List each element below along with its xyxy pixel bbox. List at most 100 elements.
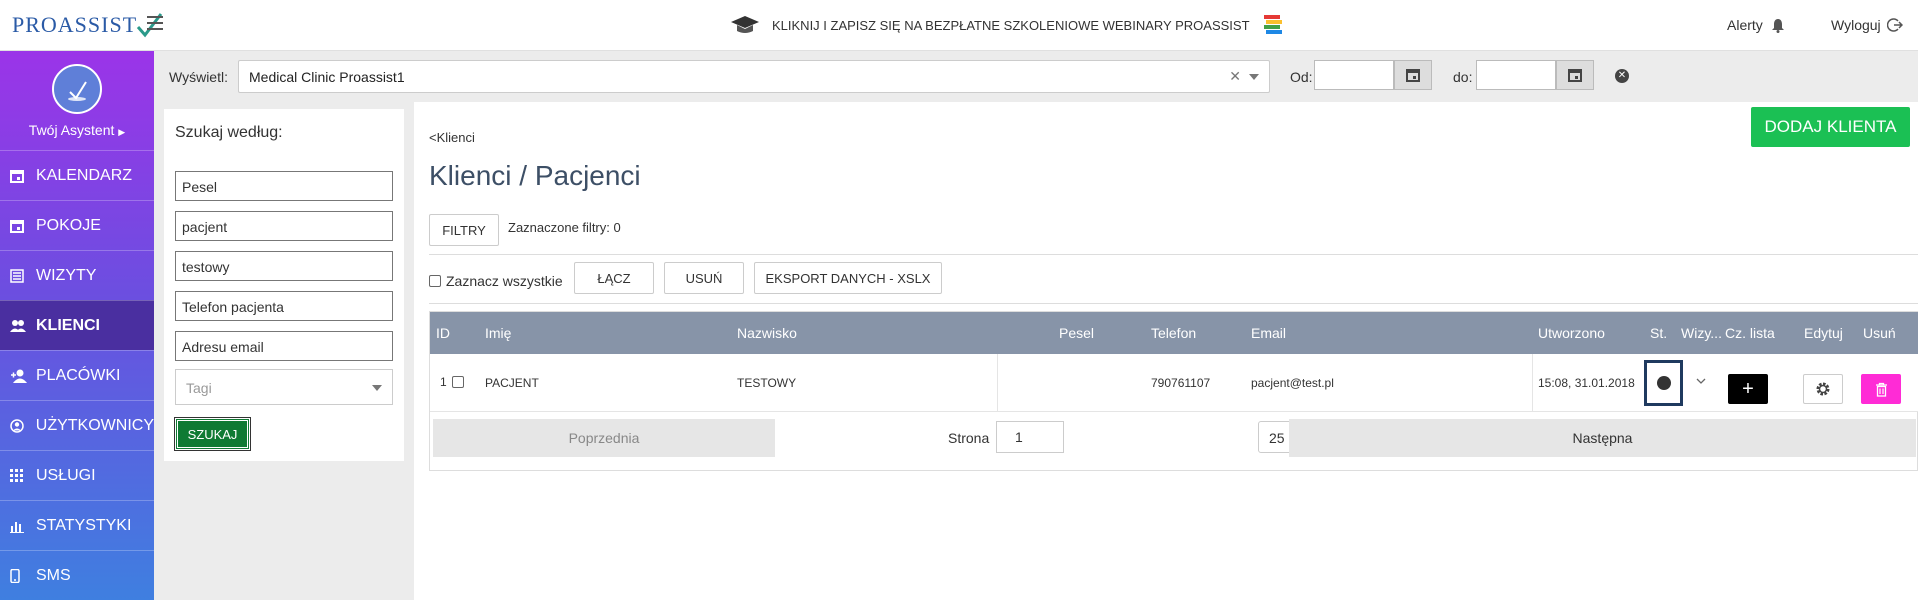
sidebar-item-label: KALENDARZ [36, 166, 133, 184]
profile-name[interactable]: Twój Asystent ▶ [0, 122, 154, 138]
column-separator [1532, 354, 1533, 412]
divider [429, 303, 1918, 304]
trash-icon [1875, 382, 1887, 397]
column-separator [997, 354, 998, 412]
column-header-id[interactable]: ID [436, 325, 450, 341]
users-icon [10, 319, 28, 333]
date-from-input[interactable] [1314, 60, 1394, 90]
date-from-label: Od: [1290, 69, 1313, 85]
select-all-label: Zaznacz wszystkie [446, 273, 563, 289]
table-row[interactable]: 1 PACJENT TESTOWY 790761107 pacjent@test… [430, 354, 1918, 412]
clients-table: ID Imię Nazwisko Pesel Telefon Email Utw… [429, 311, 1918, 471]
sidebar-item-sms[interactable]: SMS [0, 550, 154, 600]
clear-icon[interactable]: ✕ [1229, 68, 1241, 85]
merge-button[interactable]: ŁĄCZ [574, 262, 654, 294]
logout-button[interactable]: Wyloguj [1831, 17, 1903, 33]
sidebar-item-label: WIZYTY [36, 266, 97, 284]
sidebar-item-kalendarz[interactable]: KALENDARZ [0, 150, 154, 200]
add-client-button[interactable]: DODAJ KLIENTA [1751, 107, 1910, 147]
grid-icon [10, 468, 28, 483]
calendar-icon [10, 219, 28, 233]
plus-icon: + [1742, 377, 1754, 400]
logout-icon [1886, 18, 1903, 32]
logout-label: Wyloguj [1831, 17, 1881, 33]
pesel-field[interactable]: Pesel [175, 171, 393, 201]
user-circle-icon [10, 418, 28, 433]
surname-field[interactable]: testowy [175, 251, 393, 281]
divider [429, 254, 1918, 255]
delete-selected-button[interactable]: USUŃ [664, 262, 744, 294]
email-field[interactable]: Adresu email [175, 331, 393, 361]
select-all[interactable]: Zaznacz wszystkie [429, 273, 563, 289]
edit-client-button[interactable] [1803, 374, 1843, 404]
column-header-blacklist[interactable]: Cz. lista [1725, 325, 1775, 341]
sidebar-item-placowki[interactable]: PLACÓWKI [0, 350, 154, 400]
page-number-input[interactable]: 1 [996, 421, 1064, 453]
caret-right-icon: ▶ [118, 127, 126, 137]
logo[interactable]: PROASSIST [12, 8, 163, 42]
sidebar-item-uzytkownicy[interactable]: UŻYTKOWNICY [0, 400, 154, 450]
column-header-visits[interactable]: Wizy... [1681, 325, 1722, 341]
column-header-email[interactable]: Email [1251, 325, 1286, 341]
sidebar-item-label: STATYSTYKI [36, 516, 132, 534]
column-header-status[interactable]: St. [1650, 325, 1667, 341]
calendar-icon [1406, 69, 1420, 82]
sidebar-item-klienci[interactable]: KLIENCI [0, 300, 154, 350]
avatar[interactable] [52, 64, 102, 114]
sidebar-item-statystyki[interactable]: STATYSTYKI [0, 500, 154, 550]
sidebar-item-label: KLIENCI [36, 316, 100, 334]
status-indicator[interactable] [1644, 360, 1683, 406]
column-header-created[interactable]: Utworzono [1538, 325, 1605, 341]
tags-placeholder: Tagi [186, 380, 212, 396]
alerts-button[interactable]: Alerty [1727, 17, 1785, 33]
clinic-select[interactable]: Medical Clinic Proassist1 ✕ [238, 60, 1270, 93]
display-label: Wyświetl: [169, 69, 228, 85]
name-field[interactable]: pacjent [175, 211, 393, 241]
sidebar-item-label: SMS [36, 566, 71, 584]
date-to-input[interactable] [1476, 60, 1556, 90]
sidebar-item-wizyty[interactable]: WIZYTY [0, 250, 154, 300]
back-link[interactable]: <Klienci [429, 130, 475, 145]
page-title: Klienci / Pacjenci [429, 160, 641, 191]
next-page-button[interactable]: Następna [1289, 419, 1916, 457]
search-title: Szukaj według: [175, 124, 283, 141]
date-to-picker-button[interactable] [1556, 60, 1594, 90]
previous-page-button[interactable]: Poprzednia [433, 419, 775, 457]
phone-field[interactable]: Telefon pacjenta [175, 291, 393, 321]
sidebar-item-uslugi[interactable]: USŁUGI [0, 450, 154, 500]
tags-select[interactable]: Tagi [175, 369, 393, 405]
sidebar-item-label: USŁUGI [36, 466, 96, 484]
caret-down-icon[interactable] [1249, 74, 1259, 80]
status-dot-icon [1656, 376, 1671, 390]
date-to-label: do: [1453, 69, 1473, 85]
export-xlsx-button[interactable]: EKSPORT DANYCH - XSLX [754, 262, 942, 294]
profile-section[interactable]: Twój Asystent ▶ [0, 51, 154, 150]
table-header: ID Imię Nazwisko Pesel Telefon Email Utw… [430, 312, 1918, 354]
clear-dates-icon[interactable]: ✕ [1615, 69, 1629, 83]
sidebar-item-label: PLACÓWKI [36, 366, 121, 384]
column-header-phone[interactable]: Telefon [1151, 325, 1196, 341]
row-id-cell: 1 [440, 375, 464, 389]
main-content: DODAJ KLIENTA <Klienci Klienci / Pacjenc… [414, 102, 1918, 600]
menu-toggle-button[interactable] [147, 16, 163, 30]
expand-visits-icon[interactable] [1696, 374, 1706, 388]
user-add-icon [10, 369, 28, 383]
add-to-blacklist-button[interactable]: + [1728, 374, 1768, 404]
column-header-pesel[interactable]: Pesel [1059, 325, 1094, 341]
delete-client-button[interactable] [1861, 374, 1901, 404]
select-all-checkbox[interactable] [429, 275, 441, 287]
column-header-last-name[interactable]: Nazwisko [737, 325, 797, 341]
date-from-picker-button[interactable] [1394, 60, 1432, 90]
webinar-banner[interactable]: KLIKNIJ I ZAPISZ SIĘ NA BEZPŁATNE SZKOLE… [730, 12, 1284, 38]
column-header-edit[interactable]: Edytuj [1804, 325, 1843, 341]
column-header-delete[interactable]: Usuń [1863, 325, 1896, 341]
column-header-first-name[interactable]: Imię [485, 325, 511, 341]
sidebar-item-pokoje[interactable]: POKOJE [0, 200, 154, 250]
last-name-cell: TESTOWY [737, 376, 797, 390]
search-button[interactable]: SZUKAJ [174, 417, 251, 451]
filters-button[interactable]: FILTRY [429, 214, 499, 246]
webinar-banner-text: KLIKNIJ I ZAPISZ SIĘ NA BEZPŁATNE SZKOLE… [772, 17, 1250, 33]
calendar-icon [1568, 69, 1582, 82]
row-checkbox[interactable] [451, 376, 464, 388]
logo-text: PROASSIST [12, 12, 138, 37]
